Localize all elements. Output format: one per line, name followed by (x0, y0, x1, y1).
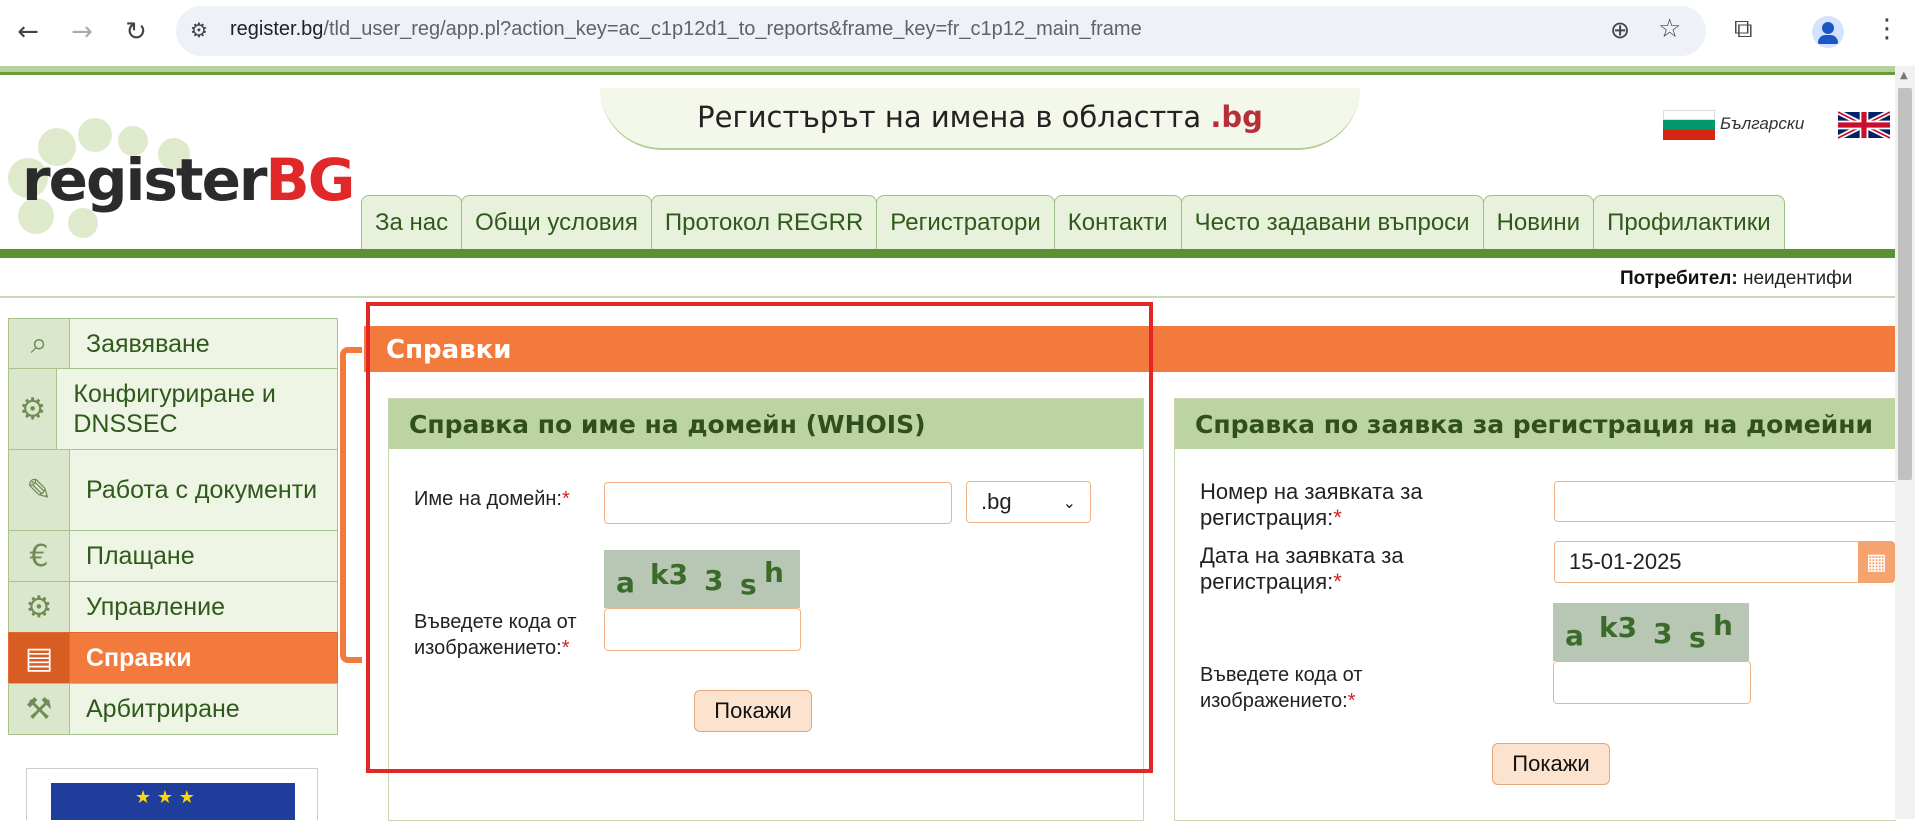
request-date-label: Дата на заявката за регистрация:* (1200, 543, 1404, 594)
user-value: неидентифи (1742, 268, 1853, 289)
url-text[interactable]: register.bg/tld_user_reg/app.pl?action_k… (230, 18, 1142, 41)
nav-item-news[interactable]: Новини (1482, 195, 1595, 250)
report-icon: ▤ (9, 633, 70, 683)
captcha-image: a k3 3 s h (1553, 603, 1749, 661)
sidebar-item-label: Работа с документи (86, 476, 318, 504)
nav-item-faq[interactable]: Често задавани въпроси (1180, 195, 1484, 250)
gears-icon: ⚙ (9, 582, 70, 632)
sidebar: ⌕ Заявяване ⚙ Конфигуриране и DNSSEC ✎ Р… (8, 318, 338, 735)
sidebar-item-apply[interactable]: ⌕ Заявяване (8, 318, 338, 368)
sidebar-item-label: Управление (86, 593, 225, 621)
registration-captcha-input[interactable] (1553, 661, 1751, 704)
sidebar-item-label: Справки (86, 644, 192, 672)
sidebar-item-management[interactable]: ⚙ Управление (8, 581, 338, 632)
nav-item-contacts[interactable]: Контакти (1053, 195, 1182, 250)
header-top-line (0, 72, 1895, 75)
gavel-icon: ⚒ (9, 684, 70, 734)
sidebar-item-configure-dnssec[interactable]: ⚙ Конфигуриране и DNSSEC (8, 368, 338, 449)
user-label: Потребител: (1620, 268, 1738, 289)
documents-icon: ✎ (9, 450, 70, 530)
sidebar-item-arbitration[interactable]: ⚒ Арбитриране (8, 683, 338, 735)
scrollbar-thumb[interactable] (1898, 88, 1912, 480)
sidebar-item-label: Арбитриране (86, 695, 240, 723)
nav-item-maintenance[interactable]: Профилактики (1593, 195, 1785, 250)
browser-toolbar: ← → ↻ ⚙ register.bg/tld_user_reg/app.pl?… (0, 0, 1915, 67)
request-number-input[interactable] (1554, 481, 1895, 522)
reload-icon[interactable]: ↻ (116, 12, 156, 52)
main-navigation: За нас Общи условия Протокол REGRR Регис… (361, 195, 1785, 250)
request-date-input[interactable]: 15-01-2025 (1554, 541, 1859, 583)
sidebar-item-payment[interactable]: € Плащане (8, 530, 338, 581)
user-status: Потребител: неидентифи (1620, 268, 1852, 290)
highlight-box (366, 302, 1153, 773)
site-title: Регистърът на имена в областта .bg (697, 100, 1263, 134)
registration-panel-heading: Справка по заявка за регистрация на доме… (1175, 399, 1896, 449)
bulgarian-flag-icon[interactable] (1663, 110, 1715, 140)
scroll-up-icon[interactable]: ▲ (1900, 70, 1908, 81)
registration-show-button[interactable]: Покажи (1492, 743, 1610, 785)
eu-funding-logo: ★ ★ ★ (26, 768, 318, 820)
sidebar-item-label: Плащане (86, 542, 195, 570)
eu-stars-icon: ★ ★ ★ (135, 787, 195, 808)
extensions-icon[interactable]: ⧉ (1734, 14, 1753, 45)
euro-bag-icon: € (9, 531, 70, 581)
profile-avatar-icon[interactable] (1812, 16, 1844, 48)
nav-bottom-bar (0, 249, 1895, 258)
sidebar-item-label: Заявяване (86, 329, 210, 358)
back-icon[interactable]: ← (8, 12, 48, 52)
sidebar-item-label: Конфигуриране и DNSSEC (73, 380, 276, 438)
uk-flag-icon[interactable] (1836, 109, 1892, 141)
nav-item-about[interactable]: За нас (361, 195, 463, 250)
magnifier-icon: ⌕ (9, 319, 70, 368)
menu-connector (340, 347, 362, 663)
calendar-icon[interactable]: ▦ (1858, 541, 1895, 583)
gear-icon: ⚙ (9, 369, 58, 449)
site-info-icon[interactable]: ⚙ (190, 18, 208, 42)
nav-item-terms[interactable]: Общи условия (461, 195, 652, 250)
sidebar-item-reports[interactable]: ▤ Справки (8, 632, 338, 683)
nav-item-registrars[interactable]: Регистратори (876, 195, 1055, 250)
sidebar-item-documents[interactable]: ✎ Работа с документи (8, 449, 338, 530)
request-number-label: Номер на заявката за регистрация:* (1200, 479, 1423, 530)
zoom-icon[interactable]: ⊕ (1610, 16, 1630, 44)
register-bg-logo[interactable]: registerBG (8, 118, 355, 238)
forward-icon[interactable]: → (62, 12, 102, 52)
nav-item-regrr-protocol[interactable]: Протокол REGRR (650, 195, 878, 250)
bookmark-star-icon[interactable]: ☆ (1658, 14, 1681, 44)
menu-kebab-icon[interactable]: ⋮ (1874, 14, 1900, 44)
registration-captcha-label: Въведете кода от изображението:* (1200, 664, 1363, 712)
separator (0, 296, 1895, 298)
language-bulgarian-link[interactable]: Български (1720, 114, 1804, 134)
